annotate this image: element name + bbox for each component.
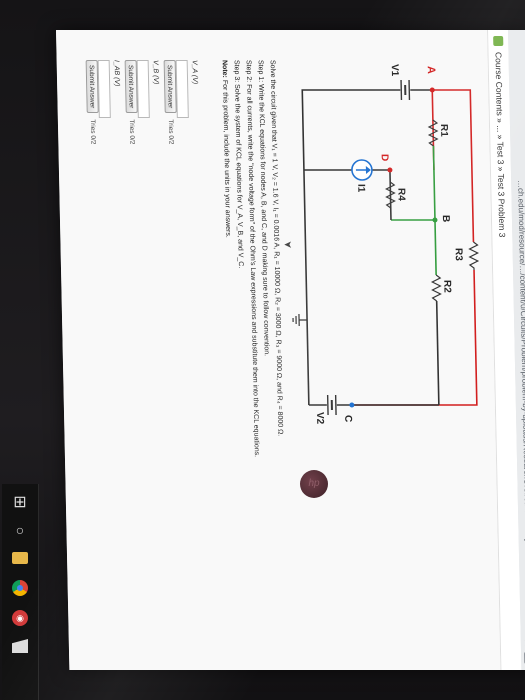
submit-answer-button[interactable]: Submit Answer — [163, 60, 177, 114]
answer-va: V_A (V) Submit Answer Tries 0/2 — [163, 60, 200, 145]
problem-content: R3 R1 B R2 A C V1 V2 R4 D I1 ➤ Solve the… — [56, 30, 501, 670]
node-c — [349, 402, 355, 408]
submit-answer-button[interactable]: Submit Answer — [124, 60, 138, 114]
windows-icon[interactable]: ⊞ — [10, 492, 30, 512]
chrome-icon[interactable] — [10, 578, 30, 598]
wire-left — [301, 89, 433, 320]
submit-answer-button[interactable]: Submit Answer — [85, 60, 99, 114]
va-input[interactable] — [175, 60, 189, 118]
tries-counter: Tries 0/2 — [128, 119, 136, 145]
circuit-diagram: R3 R1 B R2 A C V1 V2 R4 D I1 — [292, 64, 480, 425]
answer-label: V_B (V) — [151, 60, 160, 85]
note-label: Note: — [220, 60, 229, 78]
answer-row: Submit Answer Tries 0/2 — [85, 60, 100, 145]
tries-counter: Tries 0/2 — [89, 119, 97, 145]
answer-row: Submit Answer Tries 0/2 — [163, 60, 178, 145]
given-values: V₁ = 1 V, V₂ = 1.6 V, I₁ = 0.0016 A, R₁ … — [270, 143, 284, 437]
search-icon[interactable]: ○ — [10, 520, 30, 540]
note-text: For this problem, include the units in y… — [221, 79, 232, 238]
label-c: C — [342, 415, 353, 422]
label-v1: V1 — [389, 64, 400, 77]
label-d: D — [379, 154, 390, 161]
answer-section: V_A (V) Submit Answer Tries 0/2 V_B (V) … — [81, 60, 200, 144]
vb-input[interactable] — [136, 60, 150, 118]
wire-bottom-right — [306, 320, 310, 405]
node-d — [387, 167, 393, 173]
answer-label: I_AB (V) — [112, 60, 121, 87]
answer-vb: V_B (V) Submit Answer Tries 0/2 — [124, 60, 161, 145]
red-app-icon[interactable]: ◉ — [10, 608, 30, 628]
mouse-cursor-icon: ➤ — [283, 238, 293, 250]
wire-b-c — [435, 301, 440, 405]
taskbar: ⊞ ○ ◉ — [2, 484, 39, 700]
breadcrumb-text[interactable]: Course Contents » ... » Test 3 » Test 3 … — [488, 52, 512, 237]
label-r3: R3 — [453, 248, 464, 261]
label-r4: R4 — [395, 188, 406, 201]
label-r1: R1 — [438, 124, 449, 137]
laptop-screen: …ch.edu/mod/resource/…/content/0/Circuit… — [56, 30, 525, 670]
label-a: A — [425, 66, 437, 74]
folder-icon[interactable] — [10, 548, 30, 568]
hp-logo-icon: hp — [300, 470, 328, 498]
store-icon[interactable] — [10, 636, 30, 656]
photo-frame: …ch.edu/mod/resource/…/content/0/Circuit… — [0, 0, 525, 700]
given-prefix: Solve the circuit given that — [268, 60, 278, 142]
tries-counter: Tries 0/2 — [167, 119, 175, 145]
label-i1: I1 — [355, 184, 366, 193]
answer-row: Submit Answer Tries 0/2 — [124, 60, 139, 145]
label-r2: R2 — [441, 280, 452, 293]
answer-label: V_A (V) — [190, 60, 199, 85]
answer-iab: I_AB (V) Submit Answer Tries 0/2 — [85, 60, 122, 145]
course-home-icon[interactable] — [493, 36, 504, 46]
node-b — [432, 217, 438, 223]
r2-resistor — [430, 274, 442, 302]
wire-b-mid — [432, 146, 437, 275]
iab-input[interactable] — [97, 60, 111, 118]
label-v2: V2 — [314, 412, 325, 425]
label-b: B — [440, 215, 451, 222]
problem-text: Solve the circuit given that V₁ = 1 V, V… — [218, 60, 287, 490]
